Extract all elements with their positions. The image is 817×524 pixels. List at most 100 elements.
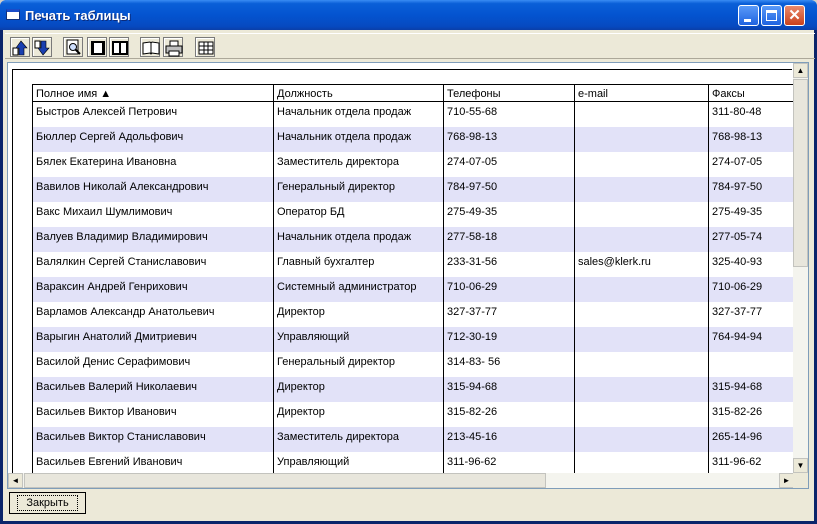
- table-row: Васильев Виктор Иванович Директор 315-82-2…: [32, 401, 797, 427]
- cell-fax: 315-82-26: [708, 401, 797, 427]
- cell-name: Васильев Виктор Иванович: [32, 401, 274, 427]
- cell-position: Директор: [273, 376, 444, 402]
- cell-fax: 274-07-05: [708, 151, 797, 177]
- cell-email: [574, 151, 709, 177]
- vertical-scrollbar[interactable]: ▲ ▼: [793, 63, 808, 473]
- cell-name: Васильев Виктор Станиславович: [32, 426, 274, 452]
- table-row: Быстров Алексей Петрович Начальник отдела…: [32, 101, 797, 127]
- cell-position: Оператор БД: [273, 201, 444, 227]
- table-row: Вакс Михаил Шумлимович Оператор БД 275-49-…: [32, 201, 797, 227]
- scroll-right-button[interactable]: ►: [779, 473, 794, 488]
- cell-position: Начальник отдела продаж: [273, 126, 444, 152]
- cell-phone: 327-37-77: [443, 301, 575, 327]
- zoom-button[interactable]: [63, 37, 83, 57]
- cell-name: Бялек Екатерина Ивановна: [32, 151, 274, 177]
- cell-phone: 712-30-19: [443, 326, 575, 352]
- cell-email: [574, 401, 709, 427]
- col-header-phones[interactable]: Телефоны: [443, 84, 575, 102]
- cell-email: [574, 226, 709, 252]
- cell-email: [574, 326, 709, 352]
- window-title: Печать таблицы: [25, 8, 131, 23]
- cell-name: Варламов Александр Анатольевич: [32, 301, 274, 327]
- two-page-button[interactable]: [109, 37, 129, 57]
- scroll-left-button[interactable]: ◄: [8, 473, 23, 488]
- close-window-button[interactable]: ✕: [784, 5, 805, 26]
- cell-fax: 764-94-94: [708, 326, 797, 352]
- maximize-button[interactable]: [761, 5, 782, 26]
- scroll-up-button[interactable]: ▲: [793, 63, 808, 78]
- cell-phone: 314-83- 56: [443, 351, 575, 377]
- cell-name: Вавилов Николай Александрович: [32, 176, 274, 202]
- cell-email: [574, 101, 709, 127]
- cell-fax: 768-98-13: [708, 126, 797, 152]
- cell-fax: 327-37-77: [708, 301, 797, 327]
- table-row: Бялек Екатерина Ивановна Заместитель дире…: [32, 151, 797, 177]
- cell-position: Генеральный директор: [273, 176, 444, 202]
- cell-position: Начальник отдела продаж: [273, 101, 444, 127]
- cell-phone: 784-97-50: [443, 176, 575, 202]
- col-header-position[interactable]: Должность: [273, 84, 444, 102]
- table-row: Вавилов Николай Александрович Генеральный…: [32, 176, 797, 202]
- scroll-left-icon: ◄: [11, 476, 20, 485]
- cell-fax: 277-05-74: [708, 226, 797, 252]
- cell-position: Директор: [273, 401, 444, 427]
- scroll-up-icon: ▲: [796, 66, 805, 75]
- window-icon: [6, 9, 20, 20]
- table-header-row: Полное имя ▲ Должность Телефоны e-mail Ф…: [32, 84, 797, 102]
- print-button[interactable]: [163, 37, 183, 57]
- cell-phone: 275-49-35: [443, 201, 575, 227]
- cell-phone: 768-98-13: [443, 126, 575, 152]
- next-page-button[interactable]: [32, 37, 52, 57]
- cell-email: sales@klerk.ru: [574, 251, 709, 277]
- cell-email: [574, 126, 709, 152]
- col-header-faxes[interactable]: Факсы: [708, 84, 797, 102]
- print-table-window: Печать таблицы ✕ Полное имя ▲ Должность …: [0, 0, 817, 524]
- table-row: Варыгин Анатолий Дмитриевич Управляющий 71…: [32, 326, 797, 352]
- cell-name: Васильев Валерий Николаевич: [32, 376, 274, 402]
- data-table: Полное имя ▲ Должность Телефоны e-mail Ф…: [32, 84, 797, 477]
- table-row: Варламов Александр Анатольевич Директор 32…: [32, 301, 797, 327]
- cell-fax: 784-97-50: [708, 176, 797, 202]
- cell-email: [574, 376, 709, 402]
- cell-position: Заместитель директора: [273, 151, 444, 177]
- cell-email: [574, 426, 709, 452]
- cell-position: Заместитель директора: [273, 426, 444, 452]
- cell-name: Вакс Михаил Шумлимович: [32, 201, 274, 227]
- scrollbar-corner: [793, 473, 808, 488]
- one-page-icon: [91, 41, 105, 55]
- table-row: Василой Денис Серафимович Генеральный дир…: [32, 351, 797, 377]
- toolbar: [5, 33, 815, 59]
- cell-email: [574, 301, 709, 327]
- close-button-label: Закрыть: [17, 495, 78, 511]
- table-row: Васильев Валерий Николаевич Директор 315-9…: [32, 376, 797, 402]
- book-view-button[interactable]: [140, 37, 160, 57]
- cell-fax: 325-40-93: [708, 251, 797, 277]
- grid-settings-button[interactable]: [195, 37, 215, 57]
- cell-position: Управляющий: [273, 326, 444, 352]
- prev-page-button[interactable]: [10, 37, 30, 57]
- scroll-down-button[interactable]: ▼: [793, 458, 808, 473]
- col-header-email[interactable]: e-mail: [574, 84, 709, 102]
- down-arrow-icon: [34, 40, 50, 56]
- close-icon: ✕: [788, 7, 801, 24]
- maximize-icon: [766, 10, 777, 21]
- cell-phone: 315-94-68: [443, 376, 575, 402]
- cell-email: [574, 276, 709, 302]
- horizontal-scrollbar[interactable]: ◄ ►: [8, 473, 794, 488]
- vertical-scroll-thumb[interactable]: [793, 79, 808, 267]
- print-preview-area[interactable]: Полное имя ▲ Должность Телефоны e-mail Ф…: [7, 62, 809, 489]
- title-bar[interactable]: Печать таблицы ✕: [0, 0, 817, 30]
- minimize-button[interactable]: [738, 5, 759, 26]
- cell-fax: 311-80-48: [708, 101, 797, 127]
- cell-email: [574, 201, 709, 227]
- cell-position: Системный администратор: [273, 276, 444, 302]
- cell-phone: 213-45-16: [443, 426, 575, 452]
- cell-email: [574, 176, 709, 202]
- horizontal-scroll-thumb[interactable]: [24, 473, 546, 488]
- cell-fax: 315-94-68: [708, 376, 797, 402]
- scroll-right-icon: ►: [782, 476, 791, 485]
- col-header-name[interactable]: Полное имя ▲: [32, 84, 274, 102]
- one-page-button[interactable]: [87, 37, 107, 57]
- cell-name: Василой Денис Серафимович: [32, 351, 274, 377]
- close-button[interactable]: Закрыть: [9, 492, 86, 514]
